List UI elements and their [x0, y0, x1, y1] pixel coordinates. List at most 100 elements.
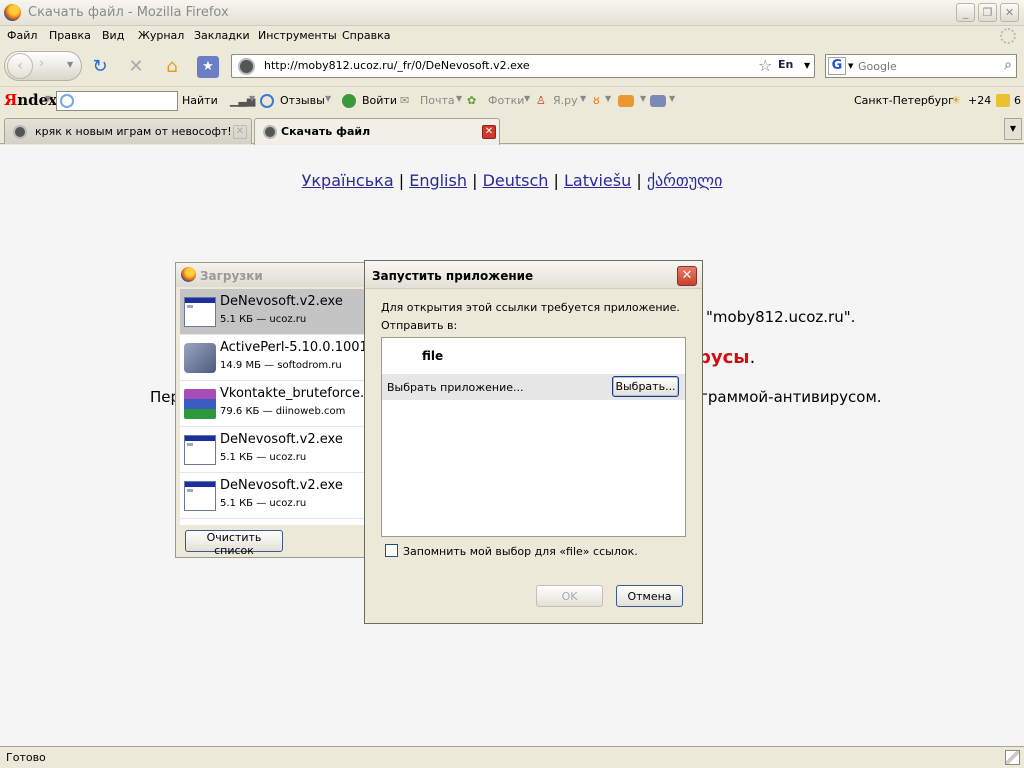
back-button[interactable]: ‹	[7, 53, 33, 79]
minimize-button[interactable]: _	[956, 3, 975, 22]
lang-link-ukrainian[interactable]: Українська	[302, 171, 394, 190]
restore-button[interactable]: ❐	[978, 3, 997, 22]
google-engine-icon[interactable]: G	[828, 57, 846, 75]
download-item[interactable]: Vkontakte_bruteforce.r 79.6 КБ — diinowe…	[180, 381, 376, 427]
notifications-count[interactable]: 6	[1014, 94, 1021, 107]
bookmark-button[interactable]: ★	[197, 56, 219, 78]
download-item[interactable]: DeNevosoft.v2.exe 5.1 КБ — ucoz.ru	[180, 289, 376, 335]
downloads-window: Загрузки DeNevosoft.v2.exe 5.1 КБ — ucoz…	[175, 262, 376, 558]
back-arrow-icon: ‹	[17, 58, 23, 74]
remember-choice-checkbox[interactable]	[385, 544, 398, 557]
window-titlebar: Скачать файл - Mozilla Firefox _ ❐ ✕	[0, 0, 1024, 26]
settings-dropdown-icon[interactable]: ▼	[669, 94, 675, 103]
menu-history[interactable]: Журнал	[138, 29, 184, 42]
separator: |	[553, 171, 564, 190]
odnoklassniki-dropdown-icon[interactable]: ▼	[605, 94, 611, 103]
reload-button[interactable]: ↻	[89, 56, 111, 78]
choose-application-row[interactable]: Выбрать приложение... Выбрать...	[382, 374, 685, 400]
ok-button[interactable]: OK	[536, 585, 603, 607]
download-item[interactable]: ActivePerl-5.10.0.1001- 14.9 МБ — softod…	[180, 335, 376, 381]
file-handler-item[interactable]: file	[422, 349, 443, 363]
clear-list-button[interactable]: Очистить список	[185, 530, 283, 557]
dialog-titlebar[interactable]: Запустить приложение	[365, 261, 702, 289]
lang-link-latvian[interactable]: Latviešu	[564, 171, 631, 190]
resize-grip-icon[interactable]	[1005, 750, 1020, 765]
mail-dropdown-icon[interactable]: ▼	[456, 94, 462, 103]
bookmark-page-star-icon[interactable]: ☆	[758, 56, 772, 75]
menu-edit[interactable]: Правка	[49, 29, 91, 42]
history-dropdown-icon[interactable]: ▼	[67, 60, 73, 69]
lang-link-georgian[interactable]: ქართული	[647, 171, 723, 190]
stop-button[interactable]: ✕	[125, 56, 147, 78]
keyboard-language-indicator[interactable]: En	[778, 58, 793, 71]
yandex-find-button[interactable]: Найти	[182, 94, 218, 107]
downloads-title: Загрузки	[200, 269, 263, 283]
tab-close-icon[interactable]: ✕	[233, 125, 247, 139]
search-magnifier-icon[interactable]: ⌕	[1004, 57, 1012, 73]
download-item[interactable]: DeNevosoft.v2.exe 5.1 КБ — ucoz.ru	[180, 473, 376, 519]
lang-link-english[interactable]: English	[409, 171, 467, 190]
menu-help[interactable]: Справка	[342, 29, 390, 42]
tab-label: Скачать файл	[281, 125, 371, 138]
search-input[interactable]	[858, 58, 994, 74]
yaru-button[interactable]: Я.ру	[553, 94, 578, 107]
yaru-dropdown-icon[interactable]: ▼	[580, 94, 586, 103]
send-to-label: Отправить в:	[381, 319, 458, 332]
photos-button[interactable]: Фотки	[488, 94, 524, 107]
reviews-button[interactable]: Отзывы	[280, 94, 325, 107]
site-identity-icon[interactable]	[238, 58, 255, 75]
application-list[interactable]: file Выбрать приложение... Выбрать...	[381, 337, 686, 537]
engine-dropdown-icon[interactable]: ▼	[848, 62, 853, 70]
url-text[interactable]: http://moby812.ucoz.ru/_fr/0/DeNevosoft.…	[264, 59, 530, 72]
separator: |	[636, 171, 647, 190]
download-item[interactable]: DeNevosoft.v2.exe 5.1 КБ — ucoz.ru	[180, 427, 376, 473]
cancel-button[interactable]: Отмена	[616, 585, 683, 607]
reviews-dropdown-icon[interactable]: ▼	[325, 94, 331, 103]
forward-button[interactable]: ›	[39, 56, 44, 71]
host-text: "moby812.ucoz.ru".	[706, 308, 856, 326]
language-links: Українська | English | Deutsch | Latvieš…	[0, 171, 1024, 190]
yandex-menu-dropdown-icon[interactable]: ▼	[45, 94, 51, 103]
notifications-icon[interactable]	[996, 94, 1010, 107]
login-button[interactable]: Войти	[362, 94, 397, 107]
url-dropdown-icon[interactable]: ▼	[804, 61, 810, 70]
menu-view[interactable]: Вид	[102, 29, 124, 42]
photos-dropdown-icon[interactable]: ▼	[524, 94, 530, 103]
mail-button[interactable]: Почта	[420, 94, 455, 107]
home-button[interactable]: ⌂	[161, 56, 183, 78]
back-forward-group: ‹ › ▼	[4, 51, 82, 81]
reload-icon: ↻	[92, 56, 108, 77]
installer-icon	[184, 343, 216, 373]
tab-crack-page[interactable]: кряк к новым играм от невософт! - с... ✕	[4, 118, 252, 144]
close-window-button[interactable]: ✕	[1000, 3, 1019, 22]
menu-file[interactable]: Файл	[7, 29, 37, 42]
choose-button[interactable]: Выбрать...	[612, 376, 679, 397]
tab-download-file[interactable]: Скачать файл ✕	[254, 118, 500, 145]
signal-dropdown-icon[interactable]: ▼	[249, 94, 255, 103]
dialog-close-button[interactable]: ✕	[677, 266, 697, 286]
url-bar[interactable]: http://moby812.ucoz.ru/_fr/0/DeNevosoft.…	[231, 54, 815, 78]
tab-close-icon[interactable]: ✕	[482, 125, 496, 139]
window-title: Скачать файл - Mozilla Firefox	[28, 5, 229, 20]
search-bar: G ▼ ⌕	[825, 54, 1017, 78]
settings-icon[interactable]	[650, 95, 666, 107]
lang-link-german[interactable]: Deutsch	[483, 171, 549, 190]
downloads-titlebar[interactable]: Загрузки	[176, 263, 376, 287]
exe-icon	[184, 297, 216, 327]
tab-list-dropdown-icon[interactable]: ▼	[1004, 118, 1022, 140]
weather-temperature[interactable]: +24	[968, 94, 991, 107]
weather-city[interactable]: Санкт-Петербург	[854, 94, 954, 107]
download-meta: 5.1 КБ — ucoz.ru	[220, 498, 307, 509]
menu-tools[interactable]: Инструменты	[258, 29, 337, 42]
remember-choice-label[interactable]: Запомнить мой выбор для «file» ссылок.	[403, 545, 638, 558]
folder-dropdown-icon[interactable]: ▼	[640, 94, 646, 103]
antivirus-text: граммой-антивирусом.	[700, 388, 882, 406]
yandex-search-input[interactable]	[56, 91, 178, 111]
exe-icon	[184, 435, 216, 465]
folder-icon[interactable]	[618, 95, 634, 107]
weather-sun-icon: ☀	[951, 94, 961, 107]
odnoklassniki-icon[interactable]: ȣ	[593, 94, 600, 107]
menu-bookmarks[interactable]: Закладки	[194, 29, 250, 42]
download-filename: DeNevosoft.v2.exe	[220, 432, 343, 447]
exe-icon	[184, 481, 216, 511]
